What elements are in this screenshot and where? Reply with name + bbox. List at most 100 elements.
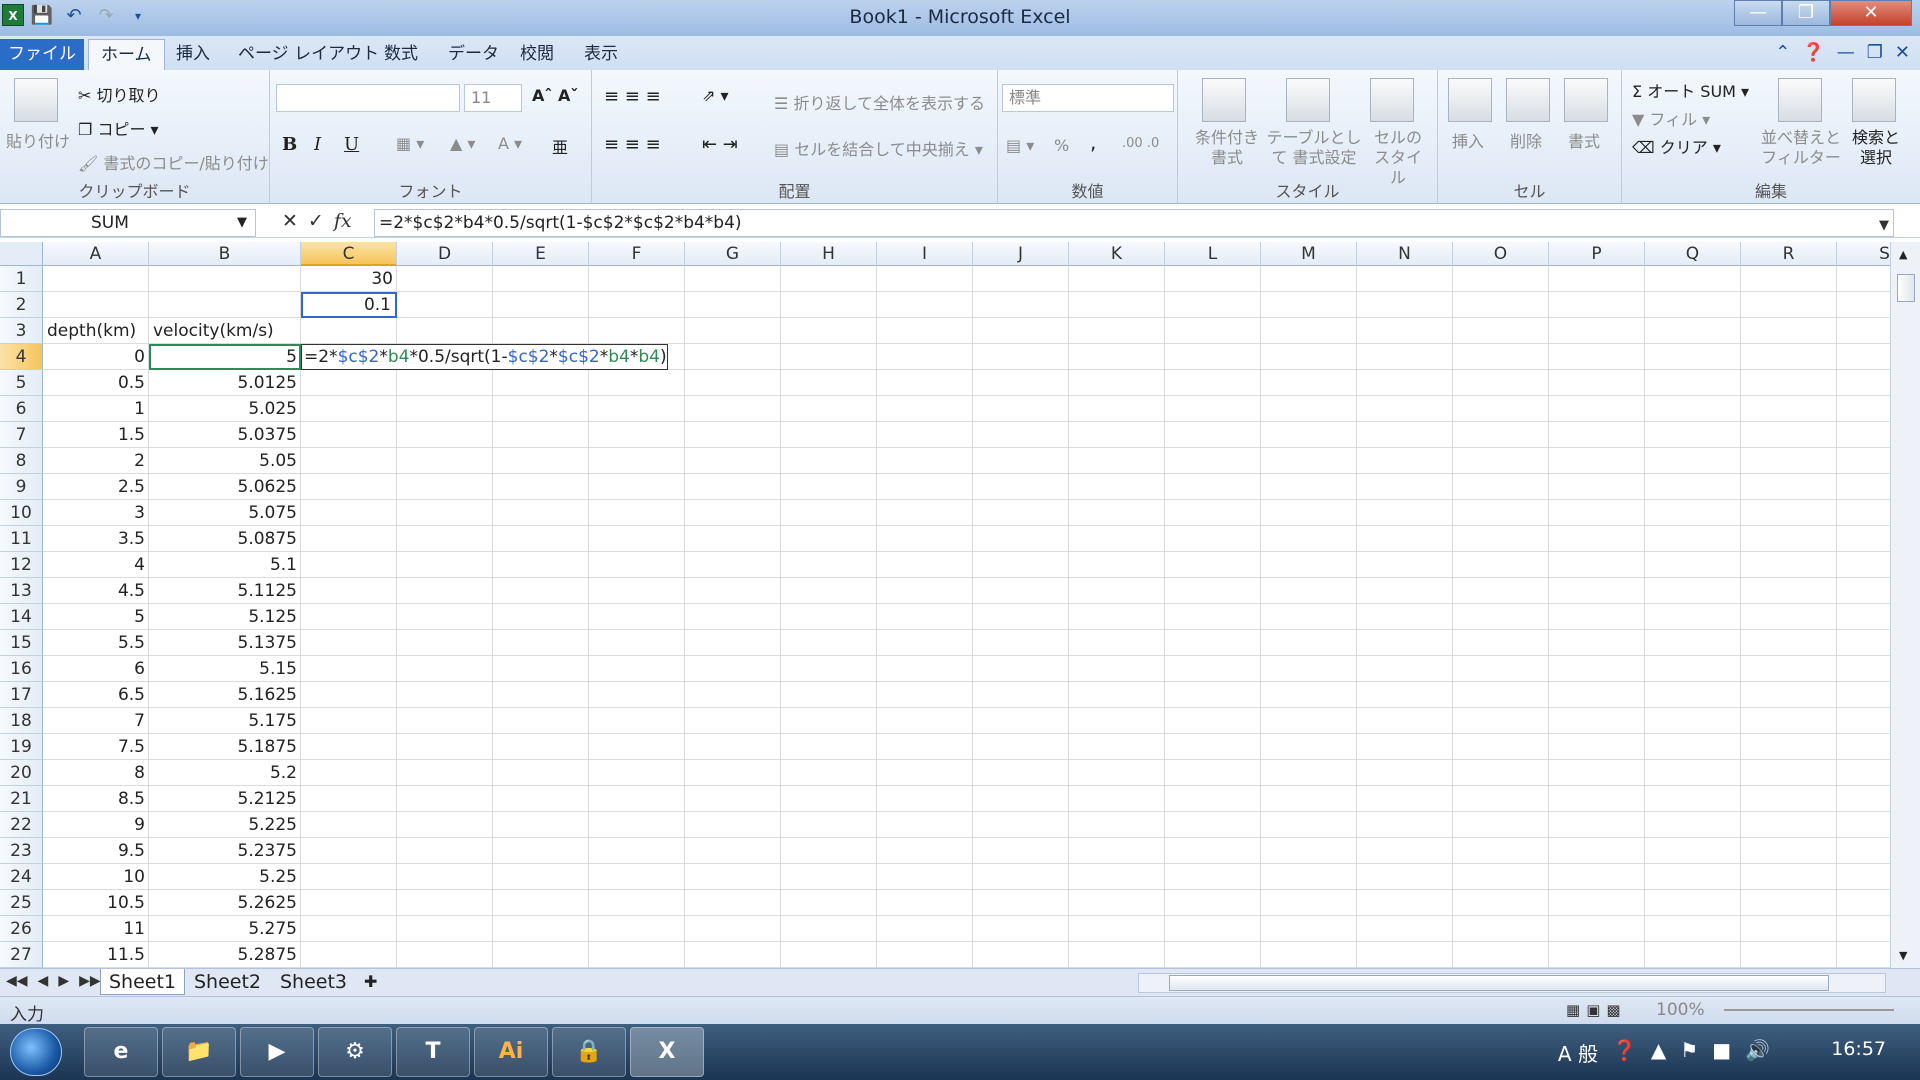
cell-b17[interactable]: 5.1625 xyxy=(149,682,301,708)
cell-a17[interactable]: 6.5 xyxy=(43,682,149,708)
row-header-11[interactable]: 11 xyxy=(0,526,43,552)
orientation-icon[interactable]: ⇗ ▾ xyxy=(702,86,729,105)
tab-view[interactable]: 表示 xyxy=(572,39,630,70)
tab-formulas[interactable]: 数式 xyxy=(372,39,430,70)
border-icon[interactable]: ▦ ▾ xyxy=(396,134,424,153)
name-box[interactable]: SUM ▼ xyxy=(0,209,256,237)
cell-a14[interactable]: 5 xyxy=(43,604,149,630)
column-header-l[interactable]: L xyxy=(1165,242,1261,266)
tab-data[interactable]: データ xyxy=(436,39,511,70)
row-header-26[interactable]: 26 xyxy=(0,916,43,942)
row-header-2[interactable]: 2 xyxy=(0,292,43,318)
row-header-24[interactable]: 24 xyxy=(0,864,43,890)
cell-b26[interactable]: 5.275 xyxy=(149,916,301,942)
delete-cells-button[interactable]: 削除 xyxy=(1510,128,1542,152)
paste-icon[interactable] xyxy=(14,78,58,122)
cell-b6[interactable]: 5.025 xyxy=(149,396,301,422)
format-cells-icon[interactable] xyxy=(1564,78,1608,122)
clear-button[interactable]: ⌫ クリア ▾ xyxy=(1632,134,1721,158)
scroll-thumb[interactable] xyxy=(1897,274,1915,302)
column-header-b[interactable]: B xyxy=(149,242,301,266)
cell-b8[interactable]: 5.05 xyxy=(149,448,301,474)
cell-b12[interactable]: 5.1 xyxy=(149,552,301,578)
close-icon[interactable]: ✕ xyxy=(1830,0,1912,26)
cell-a22[interactable]: 9 xyxy=(43,812,149,838)
tab-home[interactable]: ホーム xyxy=(88,39,165,70)
normal-view-icon[interactable]: ▦ xyxy=(1566,1001,1580,1019)
tab-page-layout[interactable]: ページ レイアウト xyxy=(226,39,391,70)
show-hidden-icon[interactable]: ▲ xyxy=(1651,1038,1666,1067)
cell-a8[interactable]: 2 xyxy=(43,448,149,474)
cell-b9[interactable]: 5.0625 xyxy=(149,474,301,500)
row-header-9[interactable]: 9 xyxy=(0,474,43,500)
illustrator-icon[interactable]: Ai xyxy=(474,1027,548,1077)
row-header-3[interactable]: 3 xyxy=(0,318,43,344)
minimize-icon[interactable]: — xyxy=(1734,0,1782,26)
cell-b25[interactable]: 5.2625 xyxy=(149,890,301,916)
column-header-i[interactable]: I xyxy=(877,242,973,266)
network-tray-icon[interactable]: ■ xyxy=(1712,1038,1731,1067)
cell-b19[interactable]: 5.1875 xyxy=(149,734,301,760)
help-tray-icon[interactable]: ❓ xyxy=(1612,1038,1637,1067)
row-header-4[interactable]: 4 xyxy=(0,344,43,370)
formula-input[interactable]: =2*$c$2*b4*0.5/sqrt(1-$c$2*$c$2*b4*b4) ▼ xyxy=(374,209,1894,237)
hscroll-thumb[interactable] xyxy=(1169,975,1829,991)
file-explorer-icon[interactable]: 📁 xyxy=(162,1027,236,1077)
cell-b13[interactable]: 5.1125 xyxy=(149,578,301,604)
column-header-a[interactable]: A xyxy=(43,242,149,266)
font-color-icon[interactable]: A ▾ xyxy=(498,134,522,153)
cell-b15[interactable]: 5.1375 xyxy=(149,630,301,656)
cell-a18[interactable]: 7 xyxy=(43,708,149,734)
page-break-view-icon[interactable]: ▩ xyxy=(1606,1001,1620,1019)
scroll-up-icon[interactable]: ▲ xyxy=(1899,248,1907,261)
row-header-14[interactable]: 14 xyxy=(0,604,43,630)
number-format-combo[interactable]: 標準 xyxy=(1002,84,1174,112)
row-header-10[interactable]: 10 xyxy=(0,500,43,526)
cell-a20[interactable]: 8 xyxy=(43,760,149,786)
wrap-text-button[interactable]: ☰ 折り返して全体を表示する xyxy=(774,90,985,114)
expand-formula-icon[interactable]: ▼ xyxy=(1879,213,1889,239)
decimal-icon[interactable]: .00 .0 xyxy=(1122,136,1159,151)
worksheet-grid[interactable]: A B C D E F G H I J K L M N O P Q R S 1 2 3 4 0 5 5 0.5 5.0125 6 1 5.0… xyxy=(0,242,1890,968)
cell-a12[interactable]: 4 xyxy=(43,552,149,578)
cell-a6[interactable]: 1 xyxy=(43,396,149,422)
enter-icon[interactable]: ✓ xyxy=(308,210,324,232)
row-header-8[interactable]: 8 xyxy=(0,448,43,474)
row-header-13[interactable]: 13 xyxy=(0,578,43,604)
copy-button[interactable]: ❐ コピー ▾ xyxy=(78,116,159,140)
tab-insert[interactable]: 挿入 xyxy=(164,39,222,70)
column-header-c[interactable]: C xyxy=(301,242,397,266)
horizontal-scrollbar[interactable] xyxy=(1138,973,1886,993)
currency-icon[interactable]: ▤ ▾ xyxy=(1006,136,1034,155)
cell-a24[interactable]: 10 xyxy=(43,864,149,890)
row-header-15[interactable]: 15 xyxy=(0,630,43,656)
row-header-25[interactable]: 25 xyxy=(0,890,43,916)
vertical-scrollbar[interactable]: ▲ ▼ xyxy=(1890,242,1920,968)
cut-button[interactable]: ✂ 切り取り xyxy=(78,82,161,106)
cell-b3[interactable]: velocity(km/s) xyxy=(149,318,278,344)
format-painter-button[interactable]: 🖌 書式のコピー/貼り付け xyxy=(78,150,269,174)
cell-a26[interactable]: 11 xyxy=(43,916,149,942)
conditional-format-button[interactable]: 条件付き 書式 xyxy=(1192,128,1262,168)
cell-b24[interactable]: 5.25 xyxy=(149,864,301,890)
volume-icon[interactable]: 🔊 xyxy=(1745,1038,1770,1067)
row-header-16[interactable]: 16 xyxy=(0,656,43,682)
column-header-j[interactable]: J xyxy=(973,242,1069,266)
cell-a27[interactable]: 11.5 xyxy=(43,942,149,968)
column-header-h[interactable]: H xyxy=(781,242,877,266)
row-header-18[interactable]: 18 xyxy=(0,708,43,734)
bold-button[interactable]: B xyxy=(282,134,297,155)
column-header-o[interactable]: O xyxy=(1453,242,1549,266)
comma-button[interactable]: , xyxy=(1090,130,1096,154)
scroll-down-icon[interactable]: ▼ xyxy=(1899,949,1907,962)
network-icon[interactable]: ⚙ xyxy=(318,1027,392,1077)
tab-review[interactable]: 校閲 xyxy=(508,39,566,70)
cell-a9[interactable]: 2.5 xyxy=(43,474,149,500)
row-header-12[interactable]: 12 xyxy=(0,552,43,578)
fill-button[interactable]: ▼ フィル ▾ xyxy=(1632,106,1710,130)
page-layout-view-icon[interactable]: ▣ xyxy=(1586,1001,1600,1019)
column-header-f[interactable]: F xyxy=(589,242,685,266)
cell-b27[interactable]: 5.2875 xyxy=(149,942,301,968)
cell-editor-c4[interactable]: =2*$c$2*b4*0.5/sqrt(1-$c$2*$c$2*b4*b4) xyxy=(301,344,668,370)
prev-sheet-icon[interactable]: ◀ xyxy=(38,973,49,989)
